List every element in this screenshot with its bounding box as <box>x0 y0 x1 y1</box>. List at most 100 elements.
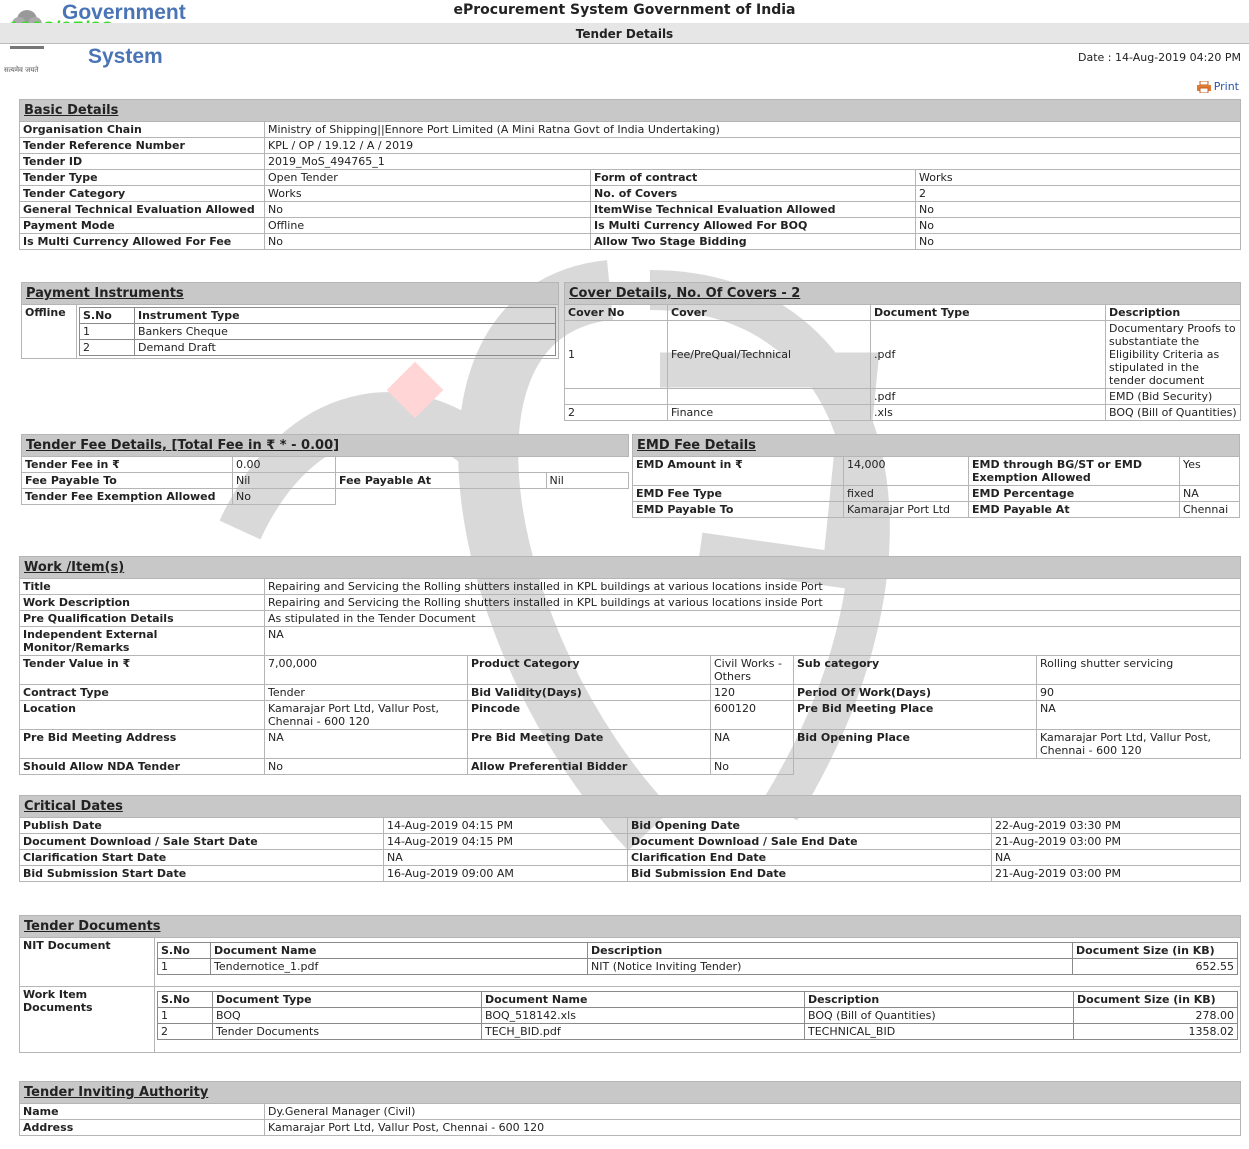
cell: 1 <box>79 323 135 340</box>
critical-dates-table: Critical Dates Publish Date 14-Aug-2019 … <box>19 795 1241 882</box>
field-value: No <box>264 233 591 250</box>
field-value: 21-Aug-2019 03:00 PM <box>991 865 1241 882</box>
field-label: Tender Category <box>19 185 265 202</box>
field-label: Clarification End Date <box>627 849 992 866</box>
cell: 1 <box>157 1007 213 1024</box>
field-value: 2019_MoS_494765_1 <box>264 153 1241 170</box>
cell: .xls <box>870 404 1106 421</box>
field-label: No. of Covers <box>590 185 916 202</box>
payment-instruments-table: Payment Instruments Offline S.No Instrume… <box>21 282 559 359</box>
column-header: Document Name <box>481 991 805 1008</box>
field-value: Nil <box>545 472 629 489</box>
table-row: 1 Fee/PreQual/Technical .pdf Documentary… <box>564 320 1241 389</box>
cell: 2 <box>157 1023 213 1040</box>
field-label: Fee Payable At <box>335 472 547 489</box>
field-label: Bid Opening Place <box>793 729 1037 759</box>
field-label: Period Of Work(Days) <box>793 684 1037 701</box>
field-value: KPL / OP / 19.12 / A / 2019 <box>264 137 1241 154</box>
table-row: 1 BOQ BOQ_518142.xls BOQ (Bill of Quanti… <box>157 1007 1238 1024</box>
field-value: NA <box>1179 485 1240 502</box>
section-title: Basic Details <box>19 99 1241 122</box>
column-header: Cover No <box>564 304 668 321</box>
emblem-caption: सत्यमेव जयते <box>4 66 39 74</box>
field-value: Repairing and Servicing the Rolling shut… <box>264 594 1241 611</box>
table-row: .pdf EMD (Bid Security) <box>564 388 1241 405</box>
site-title: eProcurement System Government of India <box>453 2 796 18</box>
field-label: Sub category <box>793 655 1037 685</box>
field-label: Location <box>19 700 265 730</box>
column-header: Description <box>804 991 1074 1008</box>
page-title: Tender Details <box>575 27 674 41</box>
field-label: Tender Type <box>19 169 265 186</box>
field-label: Tender Value in ₹ <box>19 655 265 685</box>
field-label: Document Download / Sale Start Date <box>19 833 384 850</box>
field-label: Organisation Chain <box>19 121 265 138</box>
cell: NIT (Notice Inviting Tender) <box>587 958 1073 975</box>
table-row: 1 Tendernotice_1.pdf NIT (Notice Invitin… <box>157 958 1238 975</box>
document-link[interactable]: TECH_BID.pdf <box>481 1023 805 1040</box>
current-date: Date : 14-Aug-2019 04:20 PM <box>1078 51 1241 64</box>
logo-line-3: System <box>88 45 163 68</box>
field-value: Kamarajar Port Ltd, Vallur Post, Chennai… <box>264 700 468 730</box>
section-title: Payment Instruments <box>21 282 559 305</box>
cell: 652.55 <box>1072 958 1238 975</box>
document-link[interactable]: BOQ_518142.xls <box>481 1007 805 1024</box>
field-label: EMD Amount in ₹ <box>632 456 844 486</box>
field-label: EMD Payable To <box>632 501 844 518</box>
cell: 278.00 <box>1073 1007 1238 1024</box>
table-row: 2 Finance .xls BOQ (Bill of Quantities) <box>564 404 1241 421</box>
field-label: Allow Preferential Bidder <box>467 758 711 775</box>
column-header: S.No <box>79 307 135 324</box>
field-label: EMD Payable At <box>968 501 1180 518</box>
tender-inviting-authority-table: Tender Inviting Authority Name Dy.Genera… <box>19 1081 1241 1136</box>
work-item-documents-label: Work Item Documents <box>19 986 155 1053</box>
cell: Fee/PreQual/Technical <box>667 320 871 389</box>
cover-details-table: Cover Details, No. Of Covers - 2 Cover N… <box>564 282 1241 421</box>
field-value: Kamarajar Port Ltd <box>843 501 969 518</box>
field-label: Clarification Start Date <box>19 849 384 866</box>
section-title: Cover Details, No. Of Covers - 2 <box>564 282 1241 305</box>
section-title: Tender Fee Details, [Total Fee in ₹ * - … <box>21 434 629 457</box>
cell: BOQ (Bill of Quantities) <box>1105 404 1241 421</box>
cell: .pdf <box>870 320 1106 389</box>
field-label: Independent External Monitor/Remarks <box>19 626 265 656</box>
cell: 2 <box>564 404 668 421</box>
field-value: 14-Aug-2019 04:15 PM <box>383 817 628 834</box>
field-label: Fee Payable To <box>21 472 233 489</box>
field-value: 600120 <box>710 700 794 730</box>
field-value: Repairing and Servicing the Rolling shut… <box>264 578 1241 595</box>
column-header: Document Type <box>212 991 482 1008</box>
field-value: fixed <box>843 485 969 502</box>
field-value: Kamarajar Port Ltd, Vallur Post, Chennai… <box>1036 729 1241 759</box>
print-button[interactable]: Print <box>1196 80 1239 93</box>
cell: BOQ (Bill of Quantities) <box>804 1007 1074 1024</box>
field-label: Name <box>19 1103 265 1120</box>
cell: 1 <box>157 958 211 975</box>
field-label: Work Description <box>19 594 265 611</box>
cell: TECHNICAL_BID <box>804 1023 1074 1040</box>
field-value: 90 <box>1036 684 1241 701</box>
table-row: 1 Bankers Cheque <box>79 323 556 340</box>
field-value: No <box>915 233 1241 250</box>
section-title: EMD Fee Details <box>632 434 1240 457</box>
field-label: Allow Two Stage Bidding <box>590 233 916 250</box>
field-label: Pre Bid Meeting Place <box>793 700 1037 730</box>
table-row: 2 Tender Documents TECH_BID.pdf TECHNICA… <box>157 1023 1238 1040</box>
field-label: Tender Reference Number <box>19 137 265 154</box>
printer-icon <box>1196 80 1211 93</box>
cell: Tender Documents <box>212 1023 482 1040</box>
field-value: NA <box>264 626 1241 656</box>
field-value: Open Tender <box>264 169 591 186</box>
field-value: Tender <box>264 684 468 701</box>
column-header: Instrument Type <box>134 307 556 324</box>
document-link[interactable]: Tendernotice_1.pdf <box>210 958 588 975</box>
field-label: Should Allow NDA Tender <box>19 758 265 775</box>
cell: 1 <box>564 320 668 389</box>
basic-details-table: Basic Details Organisation Chain Ministr… <box>19 99 1241 250</box>
work-items-table: Work /Item(s) Title Repairing and Servici… <box>19 556 1241 775</box>
field-label: Bid Opening Date <box>627 817 992 834</box>
section-title: Critical Dates <box>19 795 1241 818</box>
field-value: Chennai <box>1179 501 1240 518</box>
tender-documents-table: Tender Documents NIT Document S.No Docum… <box>19 915 1241 1053</box>
cell: BOQ <box>212 1007 482 1024</box>
